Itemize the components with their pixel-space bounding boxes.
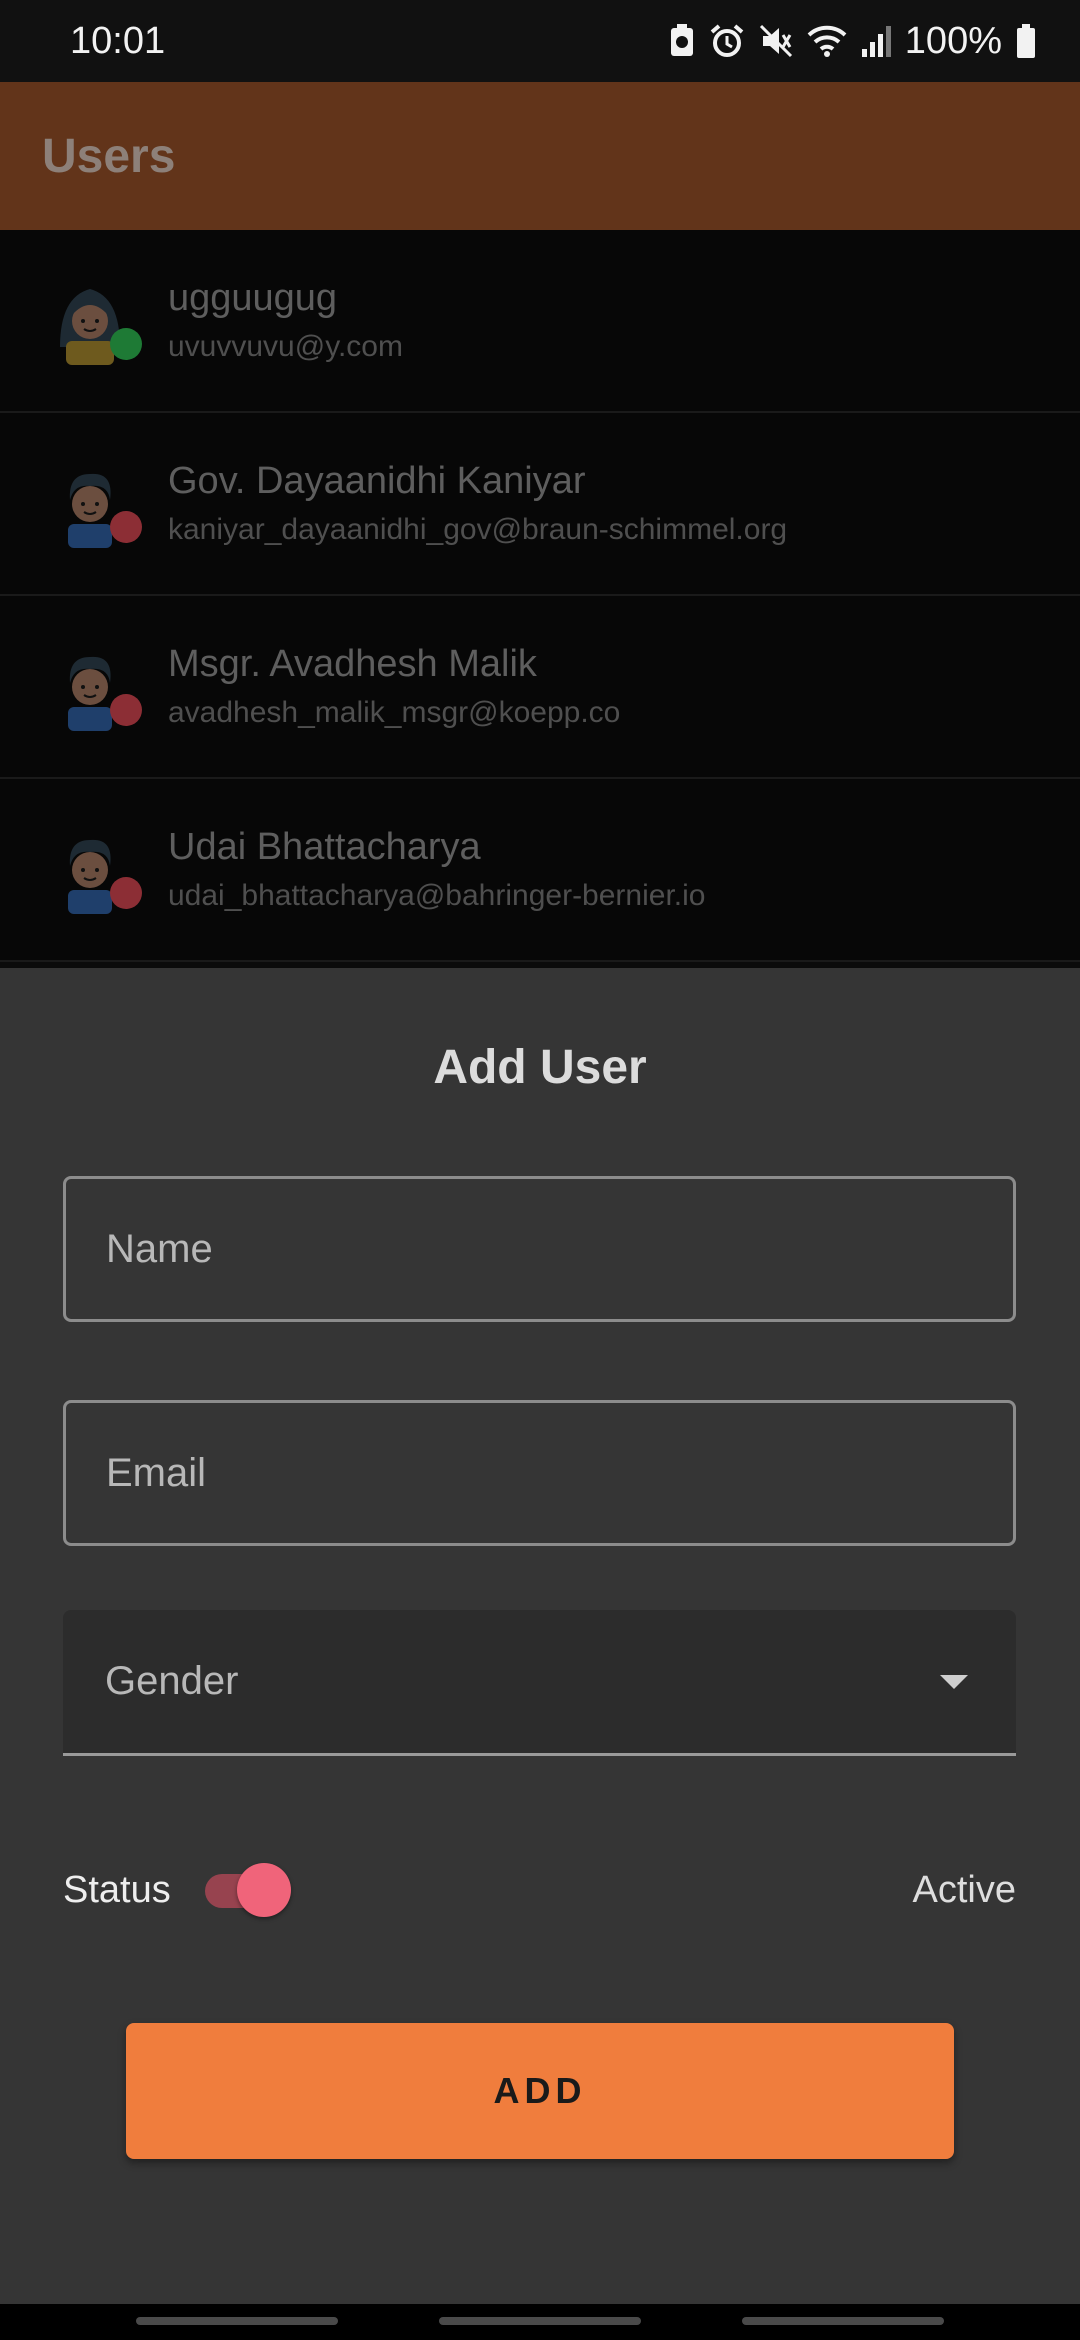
toggle-thumb [236,1863,291,1917]
battery-icon [1016,24,1036,58]
user-text: Msgr. Avadhesh Malik avadhesh_malik_msgr… [168,643,620,730]
battery-percent: 100% [904,19,1002,62]
name-field[interactable] [63,1176,1016,1322]
page-title: Users [42,129,176,183]
user-list-item[interactable]: Gov. Dayaanidhi Kaniyar kaniyar_dayaanid… [0,413,1080,596]
status-dot [110,694,142,726]
user-name: ugguugug [168,277,338,319]
status-value: Active [912,1868,1016,1911]
user-text: Udai Bhattacharya udai_bhattacharya@bahr… [168,826,705,913]
dropdown-arrow-icon [940,1674,968,1689]
status-bar: 10:01 100% [0,0,1080,82]
gender-label: Gender [105,1659,239,1703]
user-email: uvuvvuvu@y.com [168,330,403,363]
status-dot [110,511,142,543]
user-name: Msgr. Avadhesh Malik [168,643,537,685]
battery-saver-icon [669,24,695,58]
gender-select[interactable]: Gender [63,1610,1016,1756]
user-list: ugguugug uvuvvuvu@y.com Gov. Dayaanidhi … [0,230,1080,962]
status-row: Status Active [63,1850,1016,1930]
nav-home-handle[interactable] [439,2317,641,2325]
status-time: 10:01 [70,19,166,62]
status-dot [110,328,142,360]
nav-recents-handle[interactable] [136,2317,338,2325]
sheet-title: Add User [433,1041,647,1094]
user-text: ugguugug uvuvvuvu@y.com [168,277,403,364]
name-input[interactable] [106,1226,1013,1272]
nav-back-handle[interactable] [742,2317,944,2325]
user-list-item[interactable]: ugguugug uvuvvuvu@y.com [0,230,1080,413]
user-name: Gov. Dayaanidhi Kaniyar [168,460,586,502]
add-button[interactable]: ADD [126,2023,954,2159]
screen: 10:01 100% Users ugguugug uvuvvuvu@y.com… [0,0,1080,2340]
email-field[interactable] [63,1400,1016,1546]
status-toggle[interactable] [204,1863,291,1917]
alarm-icon [709,24,745,58]
user-list-item[interactable]: Msgr. Avadhesh Malik avadhesh_malik_msgr… [0,596,1080,779]
user-list-item[interactable]: Udai Bhattacharya udai_bhattacharya@bahr… [0,779,1080,962]
email-input[interactable] [106,1450,1013,1496]
navigation-bar [0,2304,1080,2340]
user-text: Gov. Dayaanidhi Kaniyar kaniyar_dayaanid… [168,460,787,547]
mute-icon [759,24,793,58]
user-email: udai_bhattacharya@bahringer-bernier.io [168,879,706,912]
status-label: Status [63,1868,171,1911]
user-email: avadhesh_malik_msgr@koepp.co [168,696,621,729]
status-icons: 100% [669,20,1036,63]
signal-icon [861,25,891,57]
status-dot [110,877,142,909]
app-bar: Users [0,82,1080,230]
user-email: kaniyar_dayaanidhi_gov@braun-schimmel.or… [168,513,788,546]
user-name: Udai Bhattacharya [168,826,481,868]
wifi-icon [807,25,847,57]
add-user-sheet: Add User Gender Status Active ADD [0,968,1080,2304]
